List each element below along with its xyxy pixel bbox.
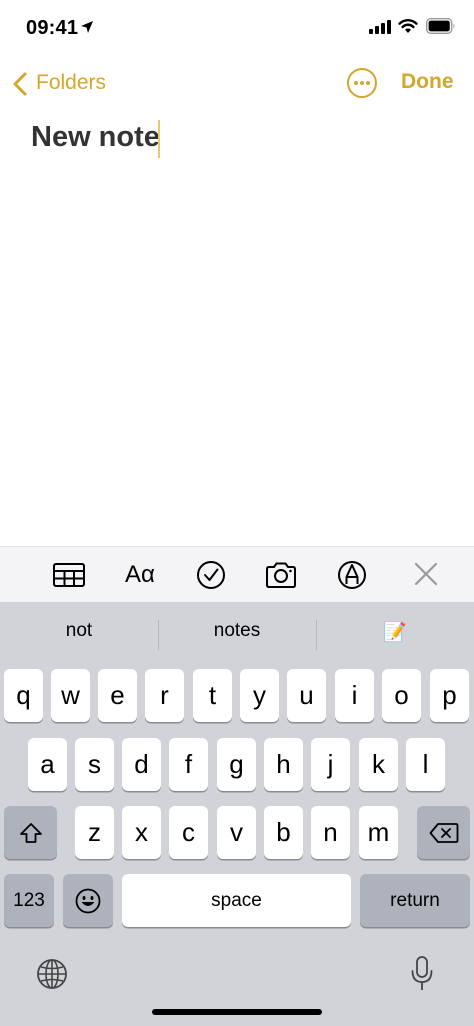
key-i[interactable]: i	[335, 669, 374, 722]
backspace-icon	[429, 822, 458, 843]
key-l[interactable]: l	[406, 738, 445, 791]
suggestion-not[interactable]: not	[0, 620, 158, 642]
chevron-left-icon[interactable]	[12, 72, 28, 96]
numbers-key[interactable]: 123	[4, 874, 54, 927]
status-bar: 09:41	[0, 0, 474, 56]
camera-icon[interactable]	[264, 559, 298, 591]
key-m[interactable]: m	[359, 806, 398, 859]
key-g[interactable]: g	[217, 738, 256, 791]
space-key[interactable]: space	[122, 874, 351, 927]
battery-icon	[426, 18, 455, 34]
key-r[interactable]: r	[145, 669, 184, 722]
key-d[interactable]: d	[122, 738, 161, 791]
key-h[interactable]: h	[264, 738, 303, 791]
text-cursor	[158, 120, 160, 158]
location-arrow-icon	[81, 21, 93, 33]
suggestion-bar: not notes 📝	[0, 602, 474, 666]
key-z[interactable]: z	[75, 806, 114, 859]
key-t[interactable]: t	[193, 669, 232, 722]
home-indicator[interactable]	[152, 1009, 322, 1015]
key-p[interactable]: p	[430, 669, 469, 722]
checklist-icon[interactable]	[194, 559, 228, 591]
key-s[interactable]: s	[75, 738, 114, 791]
format-text-icon[interactable]: Aα	[125, 561, 155, 589]
suggestion-notes[interactable]: notes	[158, 620, 316, 642]
key-x[interactable]: x	[122, 806, 161, 859]
wifi-icon	[398, 19, 418, 33]
cellular-signal-icon	[369, 20, 391, 34]
emoji-key[interactable]	[63, 874, 113, 927]
key-a[interactable]: a	[28, 738, 67, 791]
close-icon[interactable]	[409, 559, 443, 591]
suggestion-emoji-memo[interactable]: 📝	[316, 620, 474, 644]
shift-icon	[19, 822, 42, 843]
key-o[interactable]: o	[382, 669, 421, 722]
key-f[interactable]: f	[169, 738, 208, 791]
status-time: 09:41	[26, 17, 79, 39]
shift-key[interactable]	[4, 806, 57, 859]
return-key[interactable]: return	[360, 874, 470, 927]
key-v[interactable]: v	[217, 806, 256, 859]
key-y[interactable]: y	[240, 669, 279, 722]
globe-icon[interactable]	[36, 958, 68, 990]
done-button[interactable]: Done	[401, 70, 454, 94]
key-j[interactable]: j	[311, 738, 350, 791]
key-n[interactable]: n	[311, 806, 350, 859]
emoji-smiley-icon	[75, 888, 101, 913]
markup-pen-icon[interactable]	[335, 559, 369, 591]
key-w[interactable]: w	[51, 669, 90, 722]
key-c[interactable]: c	[169, 806, 208, 859]
keyboard: not notes 📝 q w e r t y u i o p a s d f …	[0, 602, 474, 1026]
key-e[interactable]: e	[98, 669, 137, 722]
key-u[interactable]: u	[287, 669, 326, 722]
delete-key[interactable]	[417, 806, 470, 859]
key-q[interactable]: q	[4, 669, 43, 722]
formatting-toolbar: Aα	[0, 546, 474, 603]
back-button-folders[interactable]: Folders	[36, 71, 106, 95]
microphone-icon[interactable]	[409, 955, 435, 993]
note-title[interactable]: New note	[31, 121, 160, 154]
table-icon[interactable]	[52, 559, 86, 591]
more-options-icon[interactable]	[346, 67, 378, 99]
key-b[interactable]: b	[264, 806, 303, 859]
key-k[interactable]: k	[359, 738, 398, 791]
